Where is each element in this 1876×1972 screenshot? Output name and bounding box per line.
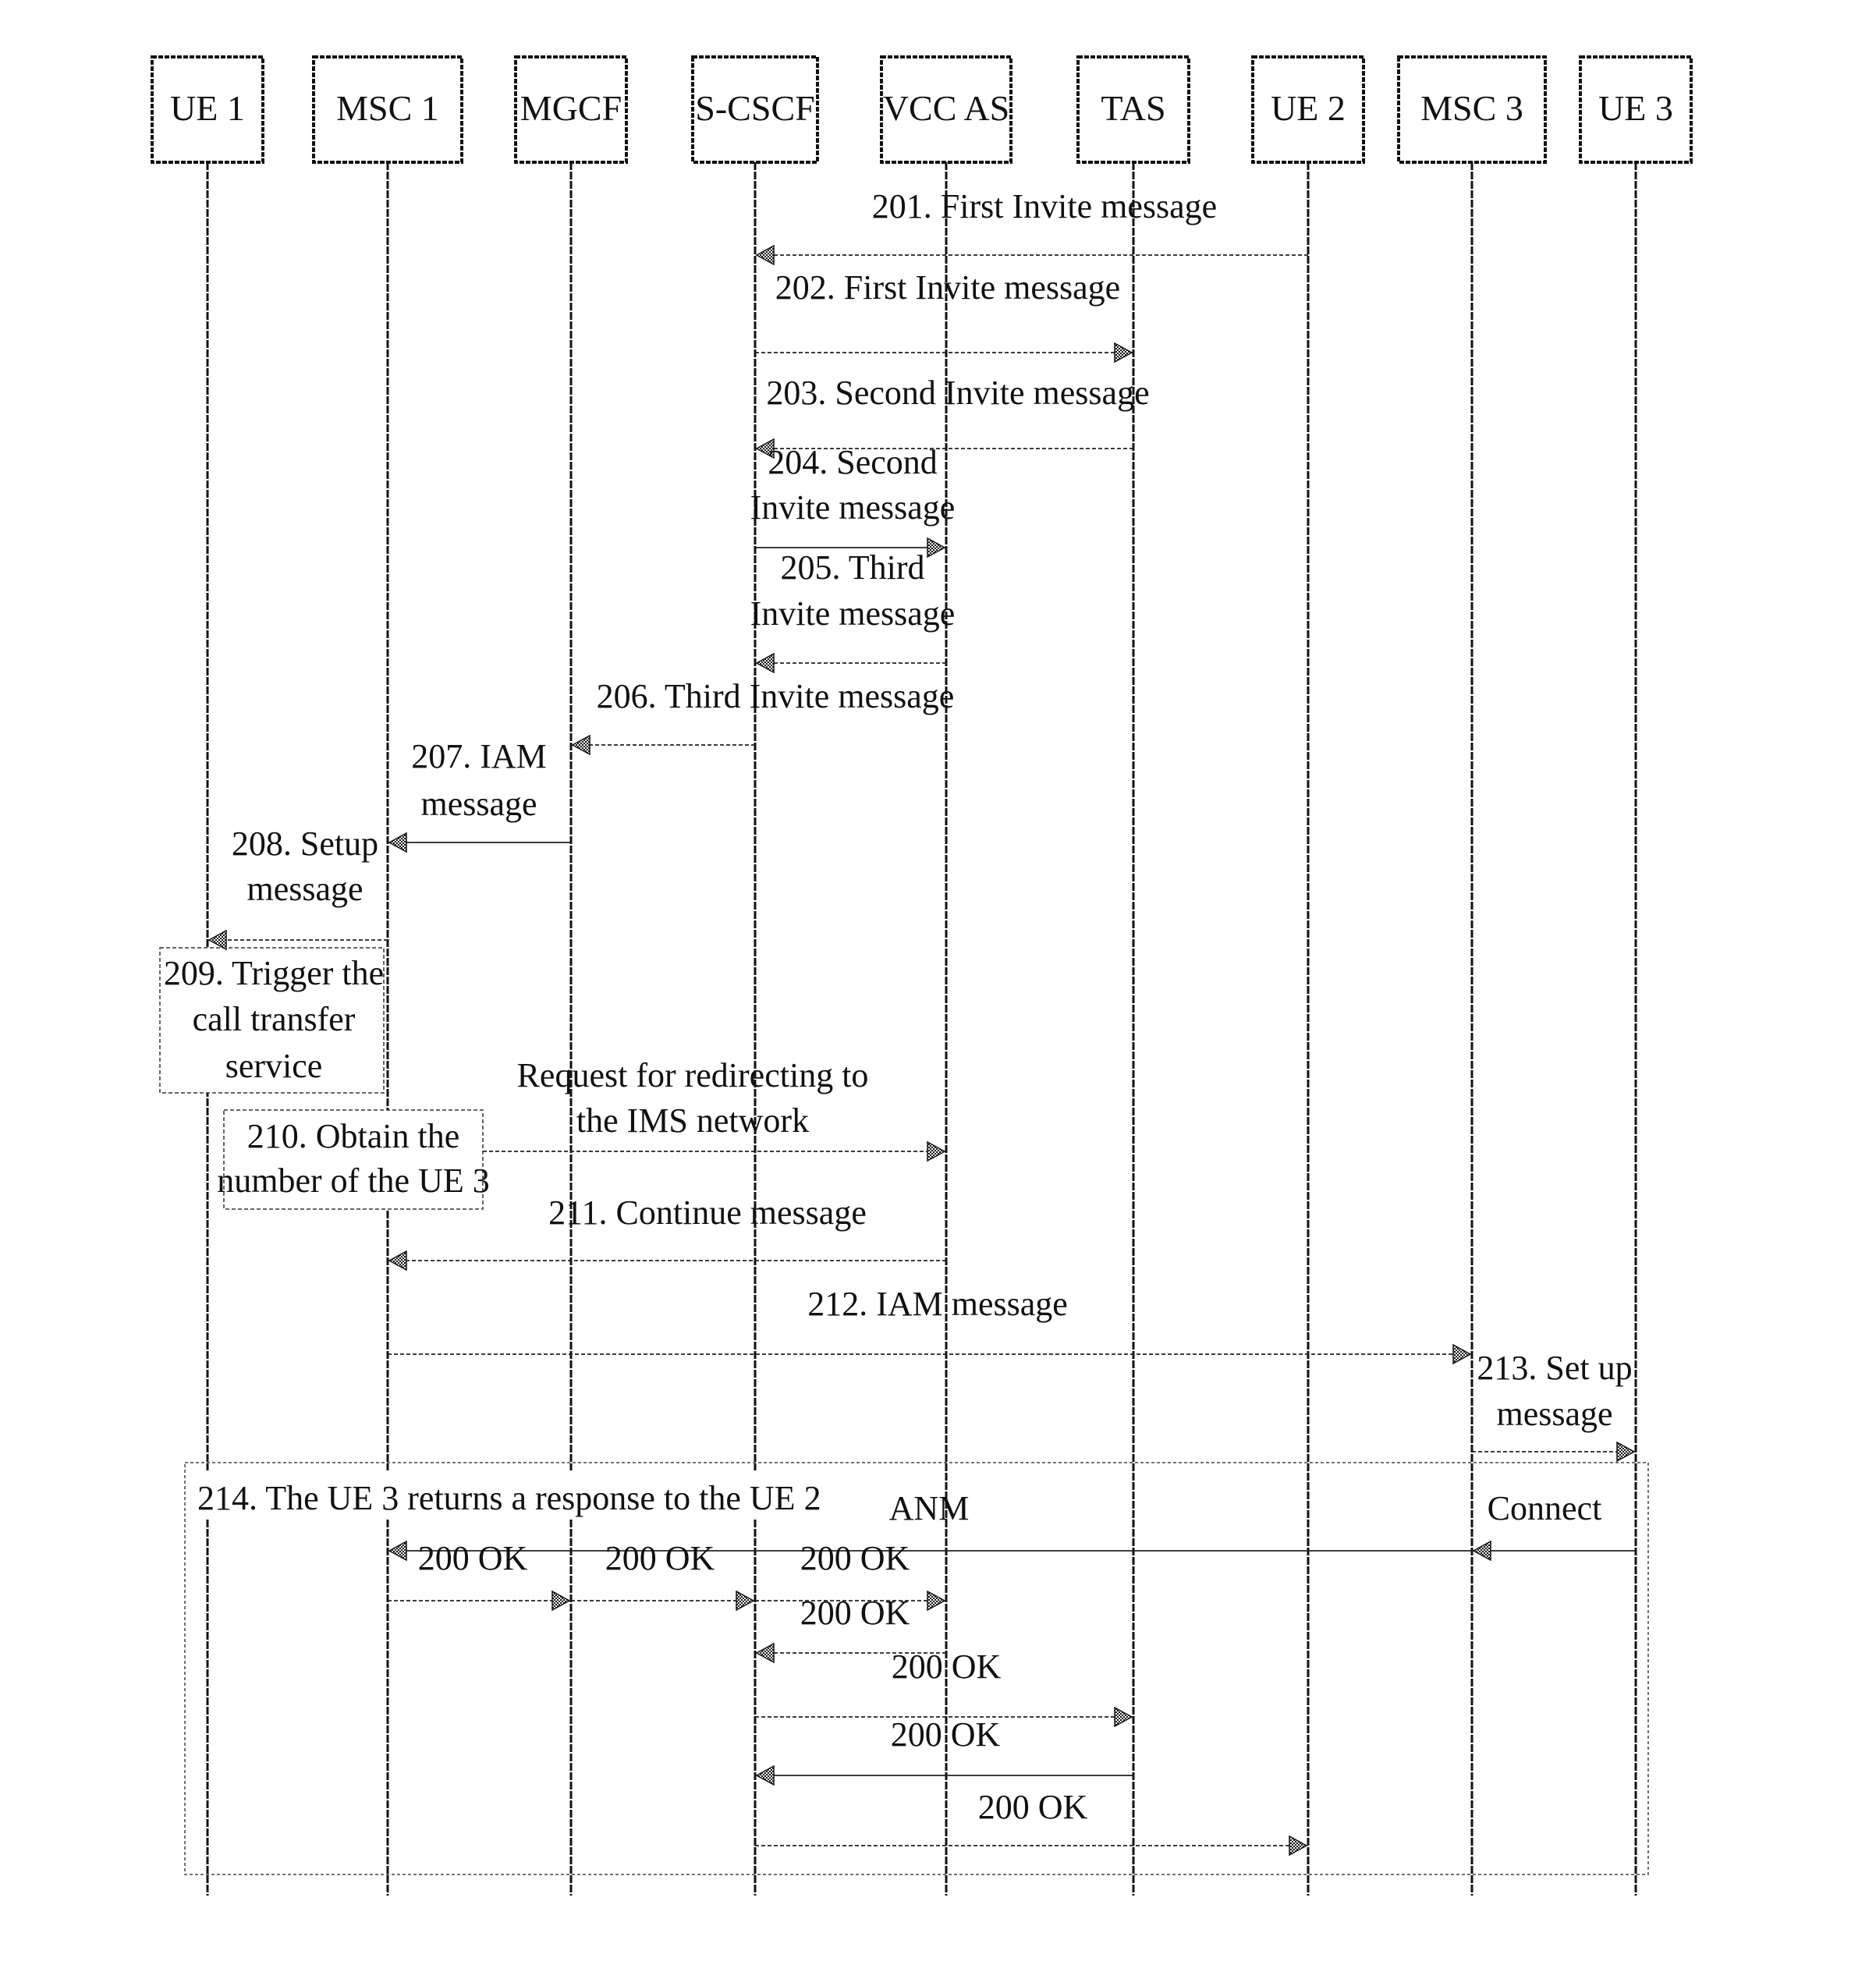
- arrowhead-icon: [736, 1590, 755, 1612]
- message-17: 200 OK: [755, 1647, 1133, 1728]
- message-7: 208. Setup message: [207, 825, 388, 951]
- message-label: message: [420, 785, 537, 823]
- arrowhead-icon: [1289, 1835, 1308, 1857]
- sequence-diagram: UE 1 MSC 1 MGCF S-CSCF VCC AS TAS UE 2 MSC 3 UE …: [0, 0, 1876, 1972]
- participant-label: S-CSCF: [695, 88, 814, 128]
- message-label: 201. First Invite message: [872, 187, 1217, 225]
- participant-label: UE 3: [1598, 88, 1673, 128]
- arrowhead-icon: [927, 537, 946, 559]
- arrowhead-icon: [927, 1140, 946, 1162]
- note-text: 210. Obtain the: [247, 1117, 460, 1155]
- message-label: the IMS network: [576, 1101, 809, 1140]
- message-label: 213. Set up: [1477, 1349, 1632, 1387]
- message-label: message: [1496, 1395, 1612, 1433]
- participant-label: MSC 1: [336, 88, 439, 128]
- message-label: 207. IAM: [411, 737, 547, 775]
- arrowhead-icon: [551, 1590, 571, 1612]
- note-text: call transfer: [193, 1000, 356, 1038]
- note-209: 209. Trigger the call transfer service: [159, 947, 385, 1094]
- message-1: 202. First Invite message: [755, 268, 1133, 364]
- message-6: 207. IAM message: [388, 737, 571, 853]
- participant-scscf: S-CSCF: [691, 55, 819, 164]
- arrowhead-icon: [1616, 1441, 1636, 1463]
- arrowhead-icon: [755, 1642, 775, 1664]
- note-text: number of the UE 3: [217, 1162, 489, 1200]
- message-0: 201. First Invite message: [755, 187, 1308, 266]
- message-14: 200 OK: [571, 1539, 755, 1612]
- message-label: 208. Setup: [232, 825, 378, 863]
- participant-msc1: MSC 1: [312, 55, 463, 164]
- participant-ue3: UE 3: [1579, 55, 1693, 164]
- participant-label: VCC AS: [883, 88, 1009, 128]
- message-label: 200 OK: [800, 1594, 910, 1632]
- participant-tas: TAS: [1076, 55, 1190, 164]
- note-text: 209. Trigger the: [164, 954, 384, 992]
- participant-label: TAS: [1101, 88, 1165, 128]
- frame-label: 214. The UE 3 returns a response to the …: [197, 1479, 821, 1517]
- message-label: Request for redirecting to: [517, 1056, 869, 1094]
- message-label: 200 OK: [978, 1788, 1088, 1826]
- message-label: 205. Third: [781, 548, 925, 587]
- participant-mgcf: MGCF: [514, 55, 628, 164]
- participant-ue2: UE 2: [1251, 55, 1365, 164]
- participant-label: MSC 3: [1420, 88, 1523, 128]
- message-label: Connect: [1488, 1489, 1602, 1527]
- message-connect: Connect: [1472, 1489, 1602, 1562]
- diagram-canvas: UE 1 MSC 1 MGCF S-CSCF VCC AS TAS UE 2 MSC 3 UE …: [151, 55, 1693, 1896]
- participant-label: UE 1: [170, 88, 245, 128]
- arrowhead-icon: [755, 244, 775, 266]
- message-13: 200 OK: [388, 1539, 571, 1612]
- participant-vccas: VCC AS: [880, 55, 1012, 164]
- arrowhead-icon: [1472, 1540, 1491, 1562]
- message-label: 211. Continue message: [548, 1193, 867, 1232]
- arrowhead-icon: [207, 929, 227, 951]
- arrowhead-icon: [927, 1590, 946, 1612]
- message-label: 202. First Invite message: [775, 268, 1120, 307]
- participant-label: UE 2: [1271, 88, 1346, 128]
- participant-msc3: MSC 3: [1397, 55, 1547, 164]
- participant-ue1: UE 1: [151, 55, 264, 164]
- note-text: service: [225, 1047, 323, 1085]
- arrowhead-icon: [1114, 342, 1133, 364]
- arrowhead-icon: [571, 734, 590, 756]
- message-label: 200 OK: [418, 1539, 528, 1577]
- message-label: 203. Second Invite message: [766, 374, 1149, 412]
- message-5: 206. Third Invite message: [571, 677, 955, 756]
- message-19: 200 OK: [755, 1788, 1308, 1857]
- message-label: 204. Second: [768, 443, 938, 481]
- message-8: Request for redirecting to the IMS networ…: [483, 1056, 946, 1162]
- arrowhead-icon: [388, 832, 407, 853]
- arrowhead-icon: [755, 652, 775, 674]
- message-label: 200 OK: [605, 1539, 715, 1577]
- message-label: Invite message: [750, 594, 956, 633]
- arrowhead-icon: [388, 1250, 407, 1272]
- arrowhead-icon: [1452, 1343, 1472, 1365]
- arrowhead-icon: [388, 1540, 407, 1562]
- message-label: 200 OK: [891, 1715, 1001, 1754]
- message-11: 213. Set up message: [1472, 1349, 1636, 1463]
- message-label: 200 OK: [800, 1539, 910, 1577]
- message-3: 204. Second Invite message: [750, 443, 956, 559]
- message-label: 212. IAM message: [807, 1285, 1068, 1323]
- message-label: ANM: [889, 1489, 970, 1527]
- message-label: Invite message: [750, 488, 956, 527]
- arrowhead-icon: [755, 1765, 775, 1786]
- arrowhead-icon: [1114, 1706, 1133, 1728]
- message-4: 205. Third Invite message: [750, 548, 956, 674]
- message-label: 206. Third Invite message: [597, 677, 955, 715]
- message-label: 200 OK: [892, 1647, 1002, 1686]
- participant-label: MGCF: [520, 88, 622, 128]
- message-label: message: [246, 870, 363, 908]
- note-210: 210. Obtain the number of the UE 3: [217, 1109, 490, 1210]
